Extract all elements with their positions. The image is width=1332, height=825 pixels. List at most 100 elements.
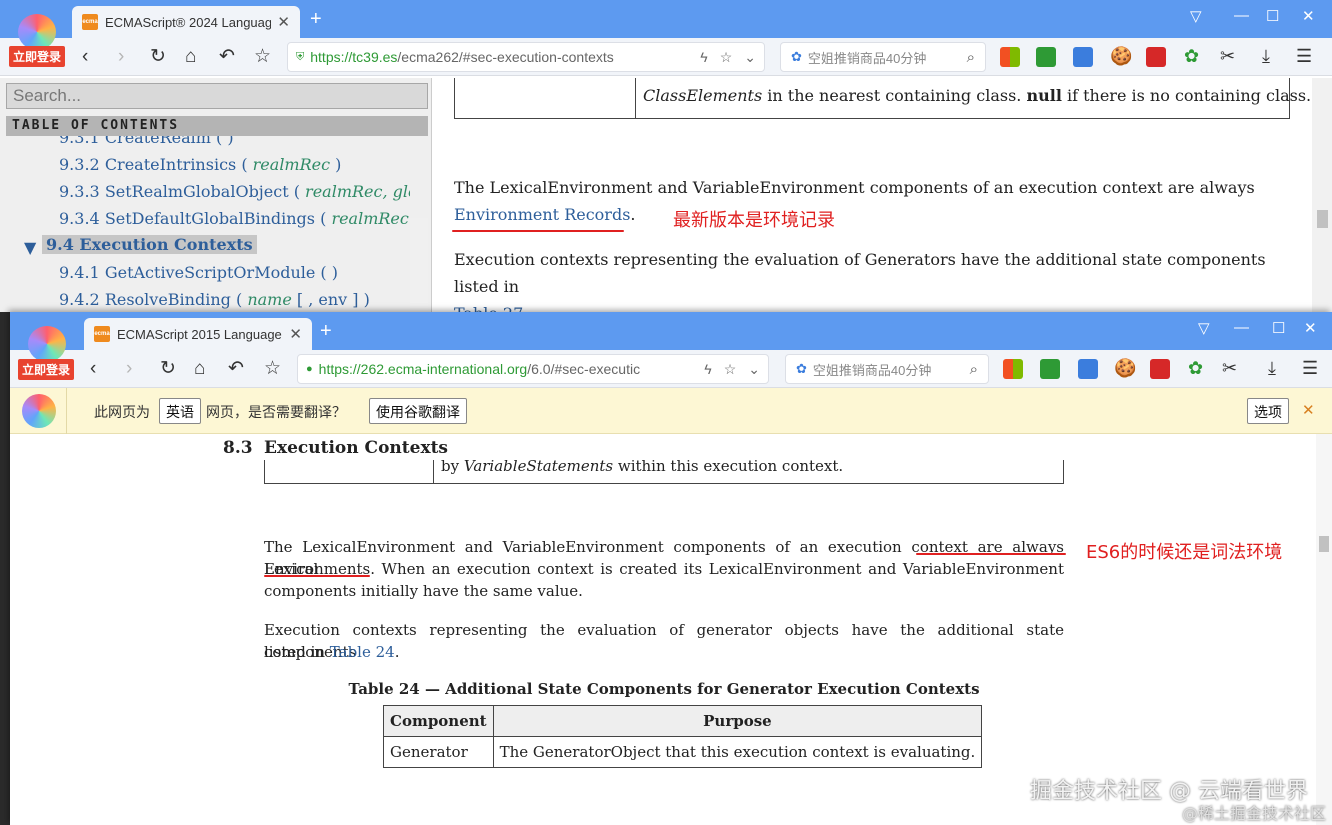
toc-list: 9.3.1 CreateRealm ( ) 9.3.2 CreateIntrin… [0,136,410,312]
maximize-icon[interactable]: ☐ [1272,319,1285,337]
table-cell: The GeneratorObject that this execution … [492,736,983,768]
menu-icon[interactable]: ☰ [1296,46,1312,67]
environment-records-link[interactable]: Environment Records [454,205,630,224]
close-window-icon[interactable]: ✕ [1304,319,1317,337]
bookmark-star-icon[interactable]: ☆ [254,45,271,69]
table-24-link[interactable]: Table 24 [330,643,395,661]
favorite-icon[interactable]: ☆ [724,361,737,378]
search-placeholder: 空姐推销商品40分钟 [812,362,932,378]
tab-ecmascript-2015[interactable]: ecma ECMAScript 2015 Language ✕ [84,318,312,350]
search-box[interactable]: ✿ 空姐推销商品40分钟 ⌕ [785,354,989,384]
table-27-link[interactable]: Table 27 [454,304,523,312]
new-tab-icon[interactable]: + [320,320,332,343]
scrollbar-thumb[interactable] [1319,536,1329,552]
skin-icon[interactable]: ▽ [1190,7,1202,25]
download-icon[interactable]: ⤓ [1262,46,1270,67]
page-scrollbar[interactable] [1316,434,1332,825]
red-underline [916,553,1066,555]
paw-extension-icon[interactable]: ✿ [1184,46,1199,67]
search-icon[interactable]: ⌕ [967,49,975,66]
table-row: Generator The GeneratorObject that this … [383,736,983,768]
forward-icon[interactable]: › [118,45,124,69]
spec-content-2024: ClassElements in the nearest containing … [433,78,1311,312]
toc-search-input[interactable]: Search... [6,83,428,109]
close-tab-icon[interactable]: ✕ [289,325,302,343]
maximize-icon[interactable]: ☐ [1266,7,1279,25]
toc-heading: TABLE OF CONTENTS [6,116,428,136]
windows-extension-icon[interactable] [1000,47,1020,67]
translate-bar: 此网页为 英语 网页，是否需要翻译？ 使用谷歌翻译 选项 ✕ [10,388,1332,434]
collapse-triangle-icon[interactable]: ▼ [24,238,36,257]
new-tab-icon[interactable]: + [310,8,322,31]
toc-scrollbar[interactable] [410,218,428,312]
undo-close-icon[interactable]: ↶ [219,45,235,69]
paw-extension-icon[interactable]: ✿ [1188,358,1203,379]
chevron-down-icon[interactable]: ⌄ [744,49,756,66]
windows-extension-icon[interactable] [1003,359,1023,379]
download-icon[interactable]: ⤓ [1268,358,1276,379]
toc-item[interactable]: 9.3.3 SetRealmGlobalObject ( realmRec, g… [59,182,410,201]
tab-bar: ecma ECMAScript® 2024 Languag ✕ + ▽ — ☐ … [0,0,1332,38]
undo-close-icon[interactable]: ↶ [228,357,244,381]
toc-item[interactable]: 9.3.1 CreateRealm ( ) [59,136,234,147]
column-header: Purpose [492,705,983,737]
table-fragment: by VariableStatements within this execut… [264,457,1064,484]
lightning-icon[interactable]: ϟ [704,361,711,377]
login-badge[interactable]: 立即登录 [9,46,66,67]
toc-item[interactable]: 9.3.2 CreateIntrinsics ( realmRec ) [59,155,341,174]
reload-icon[interactable]: ↻ [160,357,176,381]
extensions-badge-icon[interactable] [1078,359,1098,379]
adblock-off-icon[interactable] [1036,47,1056,67]
minimize-icon[interactable]: — [1234,7,1249,24]
options-button[interactable]: 选项 [1247,398,1289,424]
scissors-icon[interactable]: ✂ [1220,46,1235,67]
toc-item[interactable]: 9.3.4 SetDefaultGlobalBindings ( realmRe… [59,209,410,228]
back-icon[interactable]: ‹ [90,357,96,381]
back-icon[interactable]: ‹ [82,45,88,69]
baidu-paw-icon: ✿ [796,361,807,376]
lightning-icon[interactable]: ϟ [700,49,707,65]
fe-extension-icon[interactable] [1146,47,1166,67]
google-translate-button[interactable]: 使用谷歌翻译 [369,398,467,424]
scissors-icon[interactable]: ✂ [1222,358,1237,379]
tab-ecmascript-2024[interactable]: ecma ECMAScript® 2024 Languag ✕ [72,6,300,38]
menu-icon[interactable]: ☰ [1302,358,1318,379]
address-bar[interactable]: ● https://262.ecma-international.org /6.… [297,354,769,384]
extensions-badge-icon[interactable] [1073,47,1093,67]
browser-logo-icon[interactable] [28,326,66,362]
page-scrollbar[interactable] [1312,78,1332,312]
paragraph-generators: Execution contexts representing the eval… [454,246,1294,312]
browser-logo-icon[interactable] [18,14,56,50]
toc-item[interactable]: 9.4.2 ResolveBinding ( name [ , env ] ) [59,290,370,309]
cookie-icon[interactable]: 🍪 [1114,358,1136,379]
favorite-icon[interactable]: ☆ [720,49,733,66]
table-caption: Table 24 — Additional State Components f… [348,680,980,698]
watermark-line2: @稀土掘金技术社区 [1181,804,1326,823]
search-icon[interactable]: ⌕ [970,361,978,378]
tab-bar: ecma ECMAScript 2015 Language ✕ + ▽ — ☐ … [10,312,1332,350]
minimize-icon[interactable]: — [1234,319,1249,336]
table-header-row: Component Purpose [383,705,983,737]
close-tab-icon[interactable]: ✕ [277,13,290,31]
home-icon[interactable]: ⌂ [194,357,205,381]
toc-item[interactable]: 9.4.1 GetActiveScriptOrModule ( ) [59,263,338,282]
close-window-icon[interactable]: ✕ [1302,7,1315,25]
browser-window-es2024: ecma ECMAScript® 2024 Languag ✕ + ▽ — ☐ … [0,0,1332,312]
language-button[interactable]: 英语 [159,398,201,424]
login-badge[interactable]: 立即登录 [18,359,75,380]
search-box[interactable]: ✿ 空姐推销商品40分钟 ⌕ [780,42,986,72]
address-bar[interactable]: ⛨ https://tc39.es /ecma262/#sec-executio… [287,42,765,72]
forward-icon[interactable]: › [126,357,132,381]
scrollbar-thumb[interactable] [1317,210,1328,228]
cookie-icon[interactable]: 🍪 [1110,46,1132,67]
skin-icon[interactable]: ▽ [1198,319,1210,337]
chevron-down-icon[interactable]: ⌄ [748,361,760,378]
paragraph-line: components initially have the same value… [264,582,583,600]
close-translate-icon[interactable]: ✕ [1302,401,1315,419]
bookmark-star-icon[interactable]: ☆ [264,357,281,381]
reload-icon[interactable]: ↻ [150,45,166,69]
adblock-off-icon[interactable] [1040,359,1060,379]
home-icon[interactable]: ⌂ [185,45,196,69]
fe-extension-icon[interactable] [1150,359,1170,379]
toc-item-active[interactable]: 9.4 Execution Contexts [42,235,257,254]
